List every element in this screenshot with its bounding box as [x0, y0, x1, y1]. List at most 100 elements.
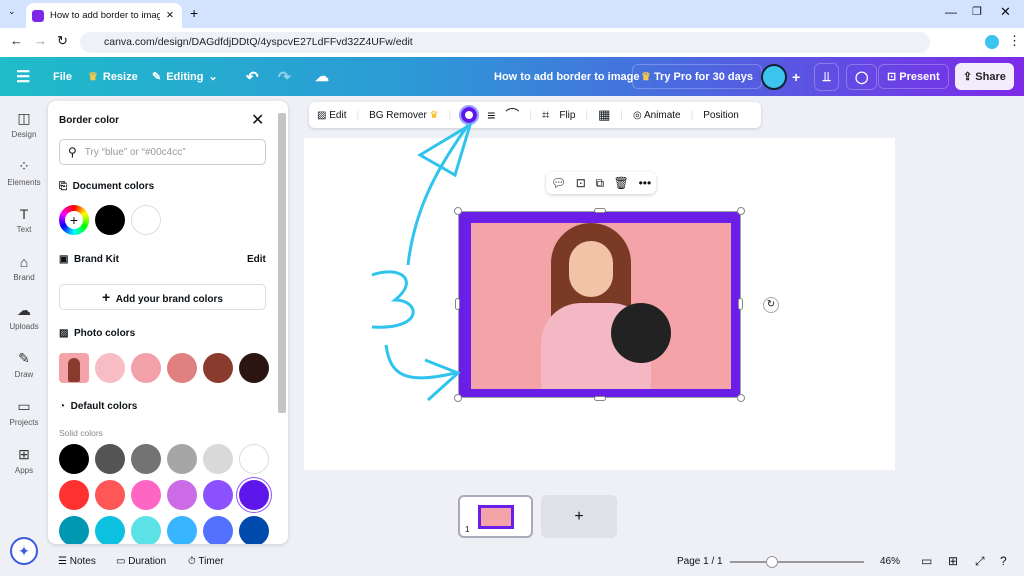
- solid-color-swatch[interactable]: [239, 444, 269, 474]
- rail-item-text[interactable]: T Text: [0, 206, 48, 234]
- crop-icon[interactable]: ⌗: [542, 107, 549, 123]
- maximize-icon[interactable]: ❐: [972, 5, 982, 18]
- fullscreen-icon[interactable]: ⤢: [975, 554, 985, 569]
- solid-color-swatch[interactable]: [59, 444, 89, 474]
- magic-assistant-icon[interactable]: ✦: [10, 537, 38, 565]
- rail-item-uploads[interactable]: ☁ Uploads: [0, 302, 48, 331]
- resize-button[interactable]: ♛ Resize: [88, 57, 138, 96]
- flip-button[interactable]: Flip: [559, 110, 575, 121]
- rail-item-apps[interactable]: ⊞ Apps: [0, 446, 48, 475]
- transparency-icon[interactable]: ▦: [598, 107, 610, 123]
- close-icon[interactable]: ✕: [251, 110, 264, 130]
- new-tab-icon[interactable]: +: [190, 5, 198, 21]
- editing-dropdown[interactable]: ✎ Editing ⌄: [152, 57, 218, 96]
- undo-icon[interactable]: ↶: [246, 57, 259, 96]
- reload-icon[interactable]: ↻: [57, 33, 68, 49]
- page-thumbnail[interactable]: 1: [458, 495, 533, 538]
- solid-color-swatch[interactable]: [239, 480, 269, 510]
- solid-color-swatch[interactable]: [59, 480, 89, 510]
- comment-add-icon[interactable]: 💬︎: [551, 176, 566, 190]
- border-style-icon[interactable]: ≡: [487, 107, 495, 123]
- duplicate-icon[interactable]: ⧉: [595, 176, 604, 191]
- solid-color-swatch[interactable]: [59, 516, 89, 544]
- solid-color-swatch[interactable]: [167, 444, 197, 474]
- zoom-slider-handle[interactable]: [766, 556, 778, 568]
- url-field[interactable]: canva.com/design/DAGdfdjDDtQ/4yspcvE27Ld…: [80, 32, 930, 53]
- photo-thumbnail-swatch[interactable]: [59, 353, 89, 383]
- more-icon[interactable]: •••: [639, 176, 652, 190]
- pages-view-icon[interactable]: ▭: [921, 554, 932, 568]
- back-icon[interactable]: ←: [10, 33, 23, 48]
- solid-color-swatch[interactable]: [203, 444, 233, 474]
- animate-button[interactable]: ◎ Animate: [633, 110, 681, 121]
- rail-item-design[interactable]: ◫ Design: [0, 110, 48, 139]
- cloud-save-icon[interactable]: ☁: [315, 57, 329, 96]
- rotate-icon[interactable]: ↻: [763, 297, 779, 313]
- page-count[interactable]: Page 1 / 1: [677, 556, 723, 567]
- edit-image-button[interactable]: ▨ Edit: [317, 110, 346, 121]
- browser-tab[interactable]: How to add border to image - Canva ✕: [26, 3, 182, 28]
- solid-color-swatch[interactable]: [131, 480, 161, 510]
- solid-color-swatch[interactable]: [95, 444, 125, 474]
- panel-scrollbar[interactable]: [278, 113, 286, 413]
- solid-color-swatch[interactable]: [167, 480, 197, 510]
- rail-item-draw[interactable]: ✎ Draw: [0, 350, 48, 379]
- bordered-image[interactable]: [458, 211, 741, 398]
- document-color-swatch[interactable]: [131, 205, 161, 235]
- position-button[interactable]: Position: [703, 110, 739, 121]
- solid-color-swatch[interactable]: [131, 516, 161, 544]
- browser-tab-bar: ⌄ How to add border to image - Canva ✕ +…: [0, 0, 1024, 28]
- insights-icon[interactable]: ⫫: [814, 62, 840, 91]
- photo-color-swatch[interactable]: [131, 353, 161, 383]
- forward-icon[interactable]: →: [34, 33, 47, 48]
- solid-color-swatch[interactable]: [239, 516, 269, 544]
- add-collaborator-icon[interactable]: +: [792, 69, 800, 85]
- share-button[interactable]: ⇪ Share: [955, 63, 1014, 90]
- solid-color-swatch[interactable]: [95, 516, 125, 544]
- notes-label: Notes: [69, 556, 96, 567]
- grid-view-icon[interactable]: ⊞: [948, 554, 958, 568]
- add-page-button[interactable]: +: [541, 495, 617, 538]
- rail-item-brand[interactable]: ⌂ Brand: [0, 254, 48, 282]
- try-pro-button[interactable]: ♛ Try Pro for 30 days: [632, 64, 762, 89]
- solid-color-swatch[interactable]: [203, 516, 233, 544]
- tab-list-icon[interactable]: ⌄: [8, 6, 16, 17]
- present-button[interactable]: ⊡ Present: [878, 64, 949, 89]
- trash-icon[interactable]: 🗑︎: [614, 176, 629, 190]
- comment-icon[interactable]: ◯: [846, 63, 878, 90]
- add-color-button[interactable]: +: [59, 205, 89, 235]
- document-title[interactable]: How to add border to image: [494, 57, 639, 96]
- solid-color-swatch[interactable]: [95, 480, 125, 510]
- profile-avatar[interactable]: [985, 35, 999, 49]
- browser-menu-icon[interactable]: ⋮: [1008, 33, 1021, 49]
- document-color-swatch[interactable]: [95, 205, 125, 235]
- color-search-input[interactable]: ⚲ Try “blue” or “#00c4cc”: [59, 139, 266, 165]
- minimize-icon[interactable]: —: [945, 5, 957, 19]
- solid-color-swatch[interactable]: [203, 480, 233, 510]
- lock-icon[interactable]: ⊡: [576, 176, 586, 190]
- close-tab-icon[interactable]: ✕: [166, 10, 174, 21]
- menu-icon[interactable]: ☰: [16, 57, 30, 96]
- notes-button[interactable]: ☰ Notes: [58, 556, 96, 567]
- solid-color-swatch[interactable]: [167, 516, 197, 544]
- add-brand-colors-button[interactable]: + Add your brand colors: [59, 284, 266, 310]
- help-icon[interactable]: ?: [1000, 554, 1007, 568]
- user-avatar[interactable]: [761, 63, 787, 90]
- brand-kit-edit-link[interactable]: Edit: [247, 254, 266, 265]
- zoom-slider[interactable]: [730, 556, 864, 568]
- zoom-level[interactable]: 46%: [880, 556, 900, 567]
- timer-button[interactable]: ⏱︎ Timer: [188, 556, 224, 567]
- corner-rounding-icon[interactable]: ⌒: [505, 105, 519, 125]
- rail-item-projects[interactable]: ▭ Projects: [0, 398, 48, 427]
- document-colors-heading: Document colors: [72, 181, 155, 192]
- close-window-icon[interactable]: ✕: [1000, 4, 1011, 20]
- duration-button[interactable]: ▭ Duration: [116, 556, 166, 567]
- file-button[interactable]: File: [53, 57, 72, 96]
- rail-item-elements[interactable]: ⁘ Elements: [0, 158, 48, 187]
- solid-color-swatch[interactable]: [131, 444, 161, 474]
- photo-color-swatch[interactable]: [203, 353, 233, 383]
- photo-color-swatch[interactable]: [95, 353, 125, 383]
- photo-color-swatch[interactable]: [239, 353, 269, 383]
- redo-icon[interactable]: ↷: [278, 57, 291, 96]
- photo-color-swatch[interactable]: [167, 353, 197, 383]
